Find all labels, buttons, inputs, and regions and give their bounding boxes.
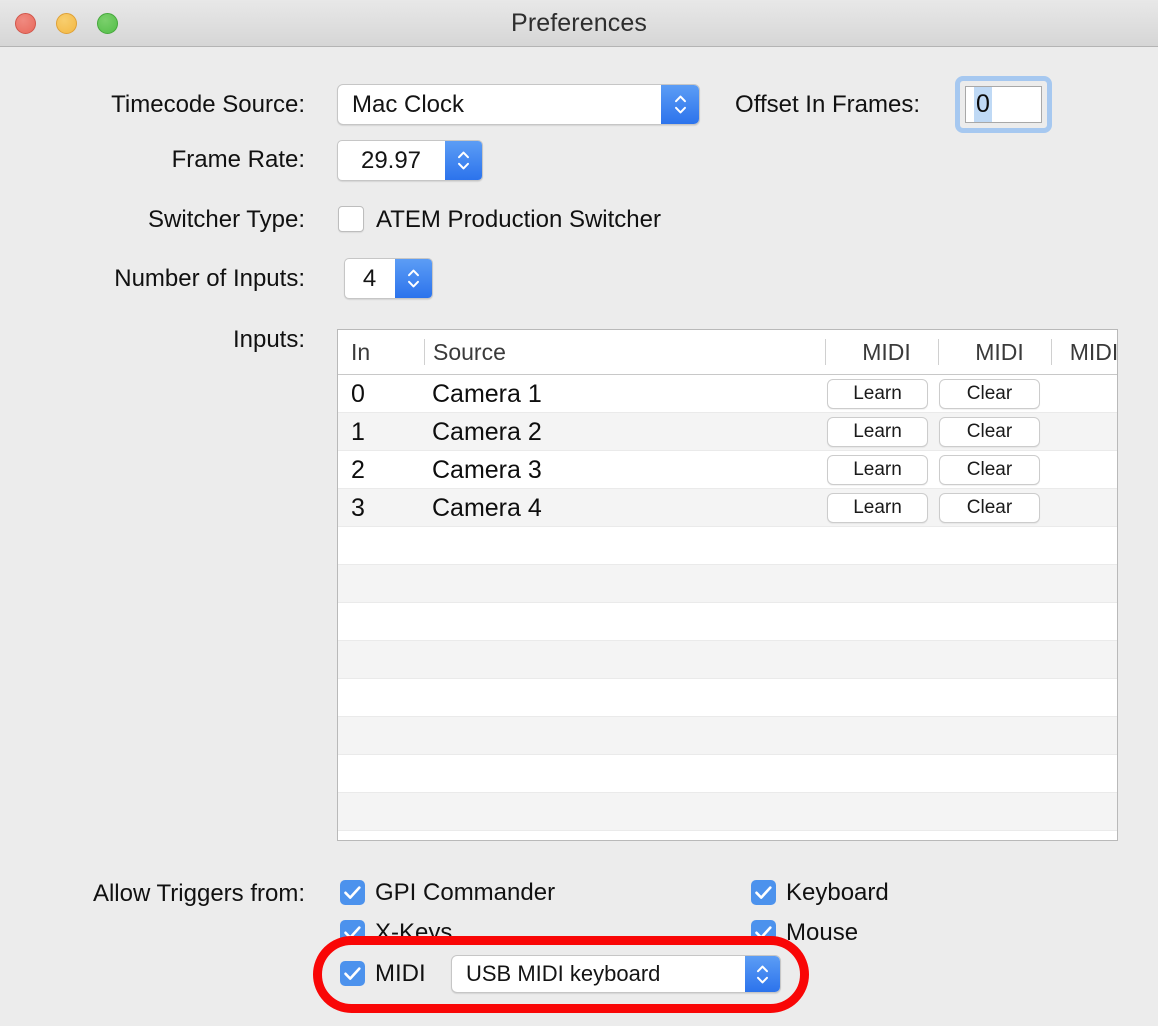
mouse-label: Mouse	[786, 919, 859, 946]
atem-production-switcher-checkbox[interactable]	[338, 206, 364, 232]
frame-rate-stepper-arrows-icon[interactable]	[445, 141, 482, 180]
midi-learn-button[interactable]: Learn	[827, 417, 928, 447]
offset-in-frames-value: 0	[974, 87, 992, 122]
table-row-empty[interactable]	[338, 565, 1117, 603]
header-divider	[938, 339, 939, 365]
keyboard-checkbox[interactable]	[751, 880, 776, 905]
frame-rate-stepper[interactable]: 29.97	[337, 140, 483, 181]
column-header-source[interactable]: Source	[433, 330, 506, 374]
table-row-empty[interactable]	[338, 793, 1117, 831]
midi-device-value: USB MIDI keyboard	[466, 961, 661, 986]
x-keys-checkbox[interactable]	[340, 920, 365, 945]
keyboard-label: Keyboard	[786, 879, 889, 906]
mouse-checkbox[interactable]	[751, 920, 776, 945]
preferences-window: Preferences Timecode Source: Mac Clock O…	[0, 0, 1158, 1026]
table-row-empty[interactable]	[338, 755, 1117, 793]
midi-learn-button[interactable]: Learn	[827, 455, 928, 485]
midi-device-chevron-icon[interactable]	[745, 956, 780, 992]
timecode-source-label: Timecode Source:	[111, 91, 305, 118]
window-title: Preferences	[511, 9, 647, 37]
midi-label: MIDI	[375, 960, 426, 987]
midi-device-popup[interactable]: USB MIDI keyboard	[451, 955, 781, 993]
header-divider	[1051, 339, 1052, 365]
midi-checkbox[interactable]	[340, 961, 365, 986]
table-row-empty[interactable]	[338, 527, 1117, 565]
table-cell-in: 1	[351, 418, 365, 446]
midi-clear-button[interactable]: Clear	[939, 417, 1040, 447]
gpi-commander-label: GPI Commander	[375, 879, 556, 906]
table-row-empty[interactable]	[338, 679, 1117, 717]
table-row[interactable]: 1 Camera 2 Learn Clear	[338, 413, 1117, 451]
allow-triggers-label: Allow Triggers from:	[92, 880, 305, 907]
table-cell-source: Camera 4	[432, 494, 542, 522]
table-cell-source: Camera 2	[432, 418, 542, 446]
table-cell-source: Camera 1	[432, 380, 542, 408]
column-header-midi-2[interactable]: MIDI	[948, 330, 1051, 374]
midi-clear-button[interactable]: Clear	[939, 379, 1040, 409]
table-row[interactable]: 3 Camera 4 Learn Clear	[338, 489, 1117, 527]
midi-learn-button[interactable]: Learn	[827, 379, 928, 409]
column-header-in[interactable]: In	[351, 330, 370, 374]
frame-rate-label: Frame Rate:	[171, 146, 305, 173]
x-keys-label: X-Keys	[375, 919, 453, 946]
switcher-type-label: Switcher Type:	[148, 206, 305, 233]
midi-clear-button[interactable]: Clear	[939, 455, 1040, 485]
table-row[interactable]: 2 Camera 3 Learn Clear	[338, 451, 1117, 489]
header-divider	[424, 339, 425, 365]
number-of-inputs-stepper[interactable]: 4	[344, 258, 433, 299]
table-cell-source: Camera 3	[432, 456, 542, 484]
midi-learn-button[interactable]: Learn	[827, 493, 928, 523]
midi-clear-button[interactable]: Clear	[939, 493, 1040, 523]
table-row-empty[interactable]	[338, 641, 1117, 679]
timecode-source-value: Mac Clock	[352, 90, 465, 118]
column-header-midi-3[interactable]: MIDI	[1061, 330, 1117, 374]
table-cell-in: 3	[351, 494, 365, 522]
offset-in-frames-field[interactable]: 0	[965, 86, 1042, 123]
table-row[interactable]: 0 Camera 1 Learn Clear	[338, 375, 1117, 413]
offset-in-frames-label: Offset In Frames:	[735, 91, 920, 118]
table-cell-in: 0	[351, 380, 365, 408]
timecode-source-popup[interactable]: Mac Clock	[337, 84, 700, 125]
table-row-empty[interactable]	[338, 717, 1117, 755]
number-of-inputs-value: 4	[362, 264, 377, 292]
gpi-commander-checkbox[interactable]	[340, 880, 365, 905]
number-of-inputs-label: Number of Inputs:	[114, 265, 305, 292]
table-row-empty[interactable]	[338, 831, 1117, 840]
table-cell-in: 2	[351, 456, 365, 484]
table-header-row: In Source MIDI MIDI MIDI	[338, 330, 1117, 375]
table-body: 0 Camera 1 Learn Clear 1 Camera 2 Learn Clear 2 C…	[338, 375, 1117, 840]
atem-production-switcher-label: ATEM Production Switcher	[376, 206, 661, 233]
inputs-label: Inputs:	[232, 326, 305, 353]
header-divider	[825, 339, 826, 365]
number-of-inputs-stepper-arrows-icon[interactable]	[395, 259, 432, 298]
column-header-midi-1[interactable]: MIDI	[835, 330, 938, 374]
inputs-table: In Source MIDI MIDI MIDI 0 Camera 1 Learn C…	[337, 329, 1118, 841]
frame-rate-value: 29.97	[360, 146, 422, 174]
table-row-empty[interactable]	[338, 603, 1117, 641]
window-titlebar: Preferences	[0, 0, 1158, 47]
